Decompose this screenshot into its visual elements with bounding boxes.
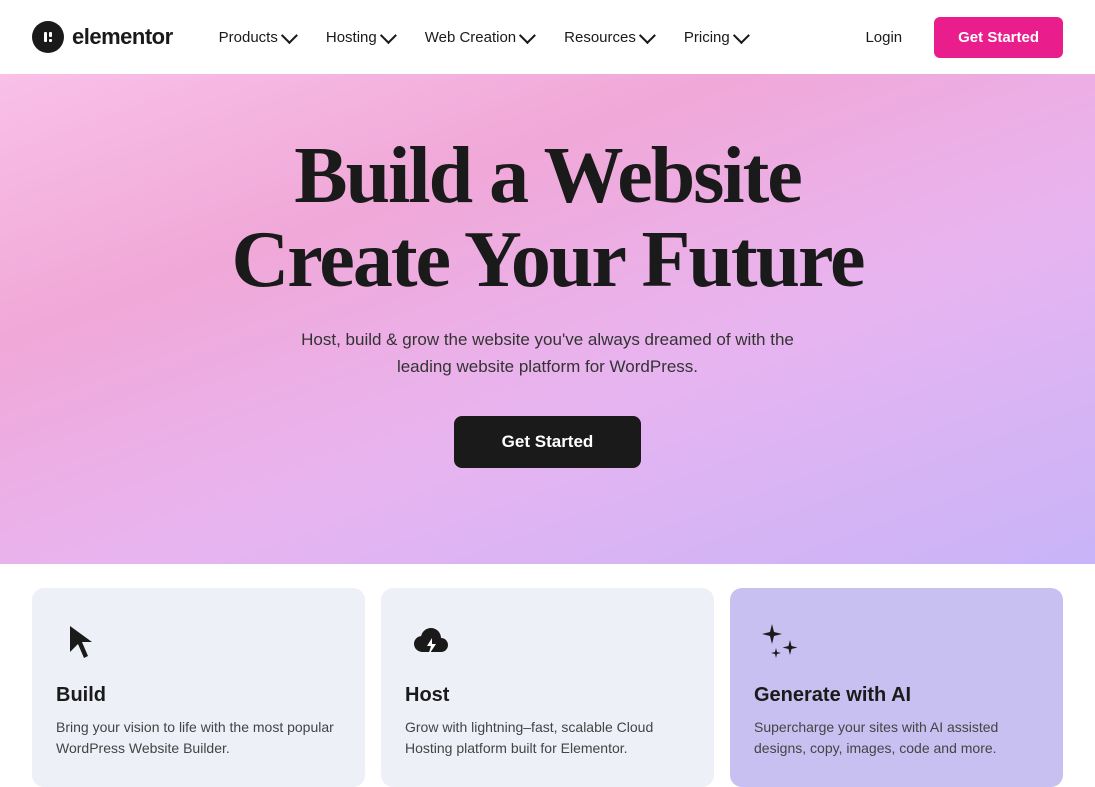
ai-stars-icon [754,616,806,668]
nav-right: Login Get Started [849,17,1063,58]
logo[interactable]: elementor [32,21,173,53]
hero-subtitle: Host, build & grow the website you've al… [298,326,798,380]
nav-item-hosting[interactable]: Hosting [312,21,407,54]
build-card-desc: Bring your vision to life with the most … [56,717,341,759]
nav-item-products[interactable]: Products [205,21,308,54]
build-card: Build Bring your vision to life with the… [32,588,365,787]
chevron-down-icon [519,27,536,44]
host-card-desc: Grow with lightning–fast, scalable Cloud… [405,717,690,759]
chevron-down-icon [639,27,656,44]
nav-item-resources[interactable]: Resources [550,21,666,54]
chevron-down-icon [380,27,397,44]
cloud-icon [405,616,457,668]
ai-card-title: Generate with AI [754,684,1039,707]
hero-section: Build a Website Create Your Future Host,… [0,74,1095,564]
host-card: Host Grow with lightning–fast, scalable … [381,588,714,787]
chevron-down-icon [733,27,750,44]
hero-title: Build a Website Create Your Future [231,134,863,302]
login-button[interactable]: Login [849,21,918,54]
navbar: elementor Products Hosting Web Creation … [0,0,1095,74]
nav-items: Products Hosting Web Creation Resources … [205,21,850,54]
ai-card: Generate with AI Supercharge your sites … [730,588,1063,787]
build-card-title: Build [56,684,341,707]
cards-section: Build Bring your vision to life with the… [0,564,1095,787]
host-card-title: Host [405,684,690,707]
ai-card-desc: Supercharge your sites with AI assisted … [754,717,1039,759]
get-started-nav-button[interactable]: Get Started [934,17,1063,58]
chevron-down-icon [281,27,298,44]
logo-text: elementor [72,24,173,50]
logo-icon [32,21,64,53]
nav-item-pricing[interactable]: Pricing [670,21,760,54]
nav-item-web-creation[interactable]: Web Creation [411,21,546,54]
hero-cta-button[interactable]: Get Started [454,416,642,468]
cursor-icon [56,616,108,668]
